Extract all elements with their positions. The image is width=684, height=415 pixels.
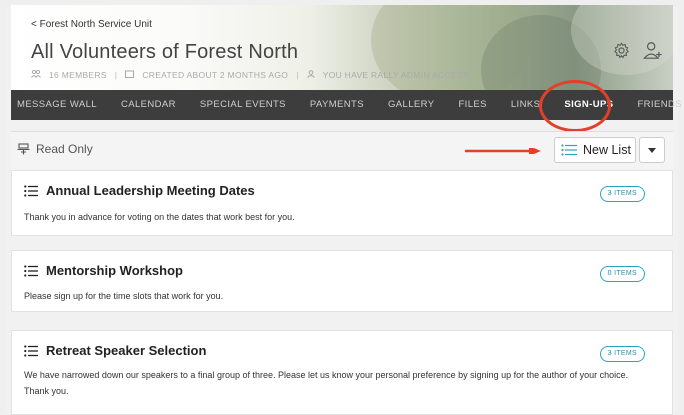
list-title[interactable]: Mentorship Workshop [46, 263, 183, 278]
list-title[interactable]: Retreat Speaker Selection [46, 343, 206, 358]
tab-calendar[interactable]: CALENDAR [109, 90, 188, 120]
chevron-down-icon [648, 147, 656, 153]
tab-special-events[interactable]: SPECIAL EVENTS [188, 90, 298, 120]
list-title-row: Retreat Speaker Selection [24, 343, 206, 358]
new-list-dropdown-button[interactable] [639, 137, 665, 163]
list-description: Thank you in advance for voting on the d… [24, 212, 295, 222]
gear-icon[interactable] [613, 42, 630, 59]
read-only-label: Read Only [36, 142, 93, 156]
tab-files[interactable]: FILES [446, 90, 498, 120]
tab-message-wall[interactable]: MESSAGE WALL [11, 90, 109, 120]
tab-payments[interactable]: PAYMENTS [298, 90, 376, 120]
signup-list-card[interactable]: Mentorship Workshop 0 ITEMS Please sign … [11, 250, 673, 312]
read-only-indicator: Read Only [17, 142, 93, 156]
breadcrumb[interactable]: < Forest North Service Unit [31, 19, 152, 30]
list-description: Please sign up for the time slots that w… [24, 291, 224, 301]
list-title-row: Mentorship Workshop [24, 263, 183, 278]
signups-toolbar: Read Only New List [11, 131, 673, 171]
created-label: CREATED ABOUT 2 MONTHS AGO [142, 70, 289, 80]
items-count-badge: 0 ITEMS [599, 266, 645, 282]
items-count-badge: 3 ITEMS [599, 186, 645, 202]
list-icon [561, 144, 577, 156]
items-count-badge: 3 ITEMS [599, 346, 645, 362]
highlight-circle [539, 80, 611, 132]
list-icon [24, 344, 38, 357]
add-user-icon[interactable] [643, 40, 663, 60]
group-header: < Forest North Service Unit All Voluntee… [11, 5, 673, 90]
calendar-icon [125, 70, 135, 80]
list-description: We have narrowed down our speakers to a … [24, 370, 629, 396]
new-list-label: New List [583, 143, 631, 157]
list-icon [24, 184, 38, 197]
group-meta: 16 MEMBERS | CREATED ABOUT 2 MONTHS AGO … [31, 69, 469, 80]
tab-gallery[interactable]: GALLERY [376, 90, 446, 120]
list-icon [24, 264, 38, 277]
members-icon [31, 69, 41, 80]
group-nav: MESSAGE WALL CALENDAR SPECIAL EVENTS PAY… [11, 80, 682, 132]
read-only-icon [17, 143, 30, 155]
members-count[interactable]: 16 MEMBERS [49, 70, 107, 80]
admin-icon [306, 70, 315, 80]
new-list-button[interactable]: New List [554, 137, 636, 163]
list-title-row: Annual Leadership Meeting Dates [24, 183, 255, 198]
annotation-arrow [465, 148, 541, 154]
signup-list-card[interactable]: Retreat Speaker Selection 3 ITEMS We hav… [11, 330, 673, 415]
list-title[interactable]: Annual Leadership Meeting Dates [46, 183, 255, 198]
page-title: All Volunteers of Forest North [31, 41, 299, 63]
signup-list-card[interactable]: Annual Leadership Meeting Dates 3 ITEMS … [11, 170, 673, 236]
tab-friends[interactable]: FRIENDS [625, 90, 684, 120]
admin-access-label: YOU HAVE RALLY ADMIN ACCESS [322, 70, 469, 80]
